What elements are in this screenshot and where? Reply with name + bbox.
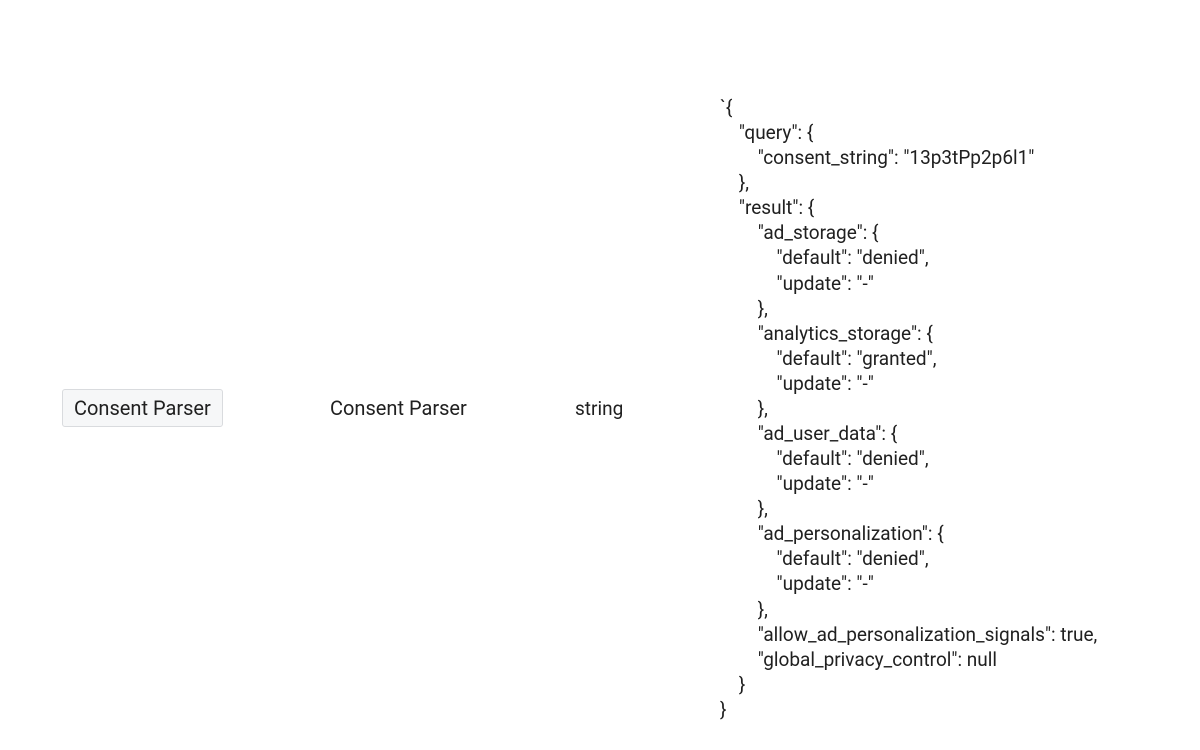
property-value-cell: `{ "query": { "consent_string": "13p3tPp… [720,95,1200,722]
property-value-code: `{ "query": { "consent_string": "13p3tPp… [720,95,1200,722]
property-type-cell: string [540,397,720,420]
property-name-cell: Consent Parser [280,396,540,420]
property-chip[interactable]: Consent Parser [62,389,223,427]
property-chip-cell: Consent Parser [0,389,280,427]
property-row: Consent Parser Consent Parser string `{ … [0,0,1200,722]
property-type: string [575,397,623,420]
property-name: Consent Parser [330,396,467,420]
